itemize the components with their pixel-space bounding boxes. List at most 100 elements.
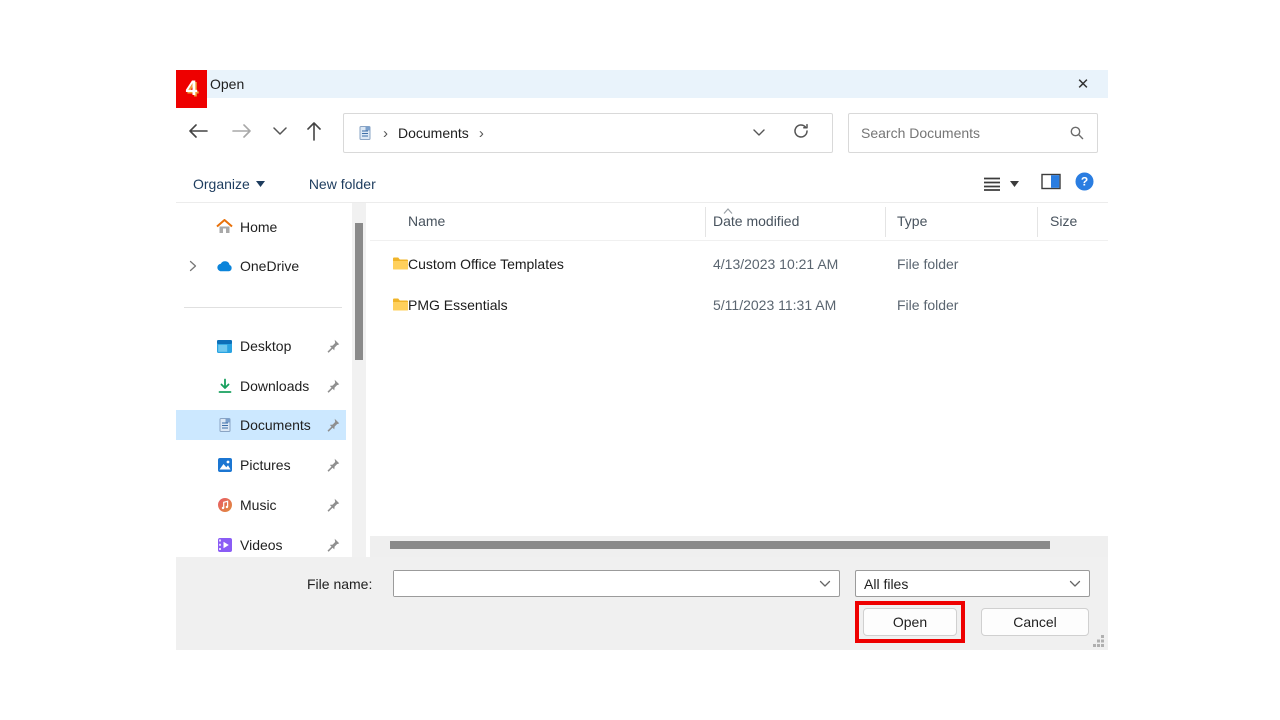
column-header-type[interactable]: Type — [897, 213, 927, 229]
navigation-pane: Home OneDrive Desktop — [176, 203, 352, 557]
search-input[interactable] — [861, 125, 1069, 141]
sidebar-item-music[interactable]: Music — [176, 490, 346, 520]
file-type-value: All files — [864, 576, 908, 592]
up-button[interactable] — [298, 115, 330, 147]
recent-locations-button[interactable] — [264, 115, 296, 147]
pin-icon — [326, 379, 340, 393]
file-date-modified: 5/11/2023 11:31 AM — [713, 297, 836, 313]
sidebar-item-videos[interactable]: Videos — [176, 530, 346, 560]
sidebar-item-pictures[interactable]: Pictures — [176, 450, 346, 480]
folder-icon — [392, 297, 409, 312]
chevron-down-icon[interactable] — [819, 575, 839, 593]
search-icon — [1069, 125, 1085, 141]
sidebar-item-downloads[interactable]: Downloads — [176, 371, 346, 401]
pin-icon — [326, 538, 340, 552]
column-divider[interactable] — [705, 207, 706, 237]
resize-grip[interactable] — [1092, 634, 1105, 647]
refresh-button[interactable] — [792, 122, 810, 145]
horizontal-scrollbar-thumb[interactable] — [390, 541, 1050, 549]
file-type: File folder — [897, 256, 958, 272]
up-arrow-icon — [305, 120, 323, 142]
sidebar-item-documents[interactable]: Documents — [176, 410, 346, 440]
sidebar-item-label: Music — [240, 497, 277, 513]
preview-pane-icon — [1041, 173, 1061, 190]
sidebar-item-label: Documents — [240, 417, 311, 433]
downloads-icon — [216, 378, 233, 395]
pin-icon — [326, 418, 340, 432]
dialog-titlebar: Open ✕ — [176, 70, 1108, 98]
file-name: Custom Office Templates — [408, 256, 564, 272]
dropdown-arrow-icon — [1010, 181, 1019, 187]
back-arrow-icon — [187, 122, 209, 140]
open-dialog: 4 Open ✕ › Documents › — [176, 70, 1108, 650]
pin-icon — [326, 339, 340, 353]
file-type-dropdown[interactable]: All files — [855, 570, 1090, 597]
chevron-down-icon — [1069, 580, 1081, 588]
file-type: File folder — [897, 297, 958, 313]
file-list-header: Name Date modified Type Size — [370, 203, 1108, 241]
pictures-icon — [216, 457, 233, 474]
file-name-combobox[interactable] — [393, 570, 840, 597]
annotation-step-badge: 4 — [176, 70, 207, 108]
views-button[interactable] — [982, 176, 1019, 192]
sidebar-scrollbar-thumb[interactable] — [355, 223, 363, 360]
sidebar-item-onedrive[interactable]: OneDrive — [176, 251, 346, 281]
new-folder-button[interactable]: New folder — [309, 176, 376, 192]
onedrive-icon — [216, 258, 233, 275]
sidebar-item-label: OneDrive — [240, 258, 299, 274]
horizontal-scrollbar-track[interactable] — [370, 536, 1108, 557]
help-icon: ? — [1075, 172, 1094, 191]
column-divider[interactable] — [1037, 207, 1038, 237]
sidebar-separator — [184, 307, 342, 308]
expand-chevron-icon[interactable] — [186, 260, 200, 272]
sidebar-item-home[interactable]: Home — [176, 212, 346, 242]
breadcrumb-location[interactable]: Documents — [398, 125, 469, 141]
breadcrumb: › Documents › — [344, 125, 752, 142]
music-icon — [216, 497, 233, 514]
sidebar-item-label: Home — [240, 219, 277, 235]
navigation-row: › Documents › — [176, 107, 1108, 157]
file-list: Name Date modified Type Size Custom Offi… — [370, 203, 1108, 536]
videos-icon — [216, 537, 233, 554]
breadcrumb-chevron-icon[interactable]: › — [477, 125, 486, 142]
file-name-input[interactable] — [394, 571, 819, 596]
address-bar[interactable]: › Documents › — [343, 113, 833, 153]
documents-icon — [216, 417, 233, 434]
refresh-icon — [792, 122, 810, 140]
file-row-pmg-essentials[interactable]: PMG Essentials 5/11/2023 11:31 AM File f… — [370, 287, 1108, 325]
preview-pane-button[interactable] — [1041, 173, 1061, 195]
folder-icon — [392, 256, 409, 271]
file-name: PMG Essentials — [408, 297, 508, 313]
file-date-modified: 4/13/2023 10:21 AM — [713, 256, 838, 272]
file-row-custom-office-templates[interactable]: Custom Office Templates 4/13/2023 10:21 … — [370, 246, 1108, 284]
dialog-footer: File name: All files — [176, 557, 1108, 650]
dialog-main: Home OneDrive Desktop — [176, 203, 1108, 557]
back-button[interactable] — [182, 115, 214, 147]
open-button[interactable]: Open — [863, 608, 957, 636]
column-header-name[interactable]: Name — [408, 213, 445, 229]
close-icon[interactable]: ✕ — [1068, 70, 1098, 98]
sidebar-item-label: Pictures — [240, 457, 291, 473]
chevron-down-icon — [272, 126, 288, 136]
details-view-icon — [982, 176, 1002, 192]
sidebar-item-desktop[interactable]: Desktop — [176, 331, 346, 361]
forward-button[interactable] — [226, 115, 258, 147]
home-icon — [216, 219, 233, 236]
documents-icon — [357, 125, 373, 141]
column-divider[interactable] — [885, 207, 886, 237]
column-header-size[interactable]: Size — [1050, 213, 1077, 229]
help-button[interactable]: ? — [1075, 172, 1094, 196]
breadcrumb-chevron-icon: › — [381, 125, 390, 142]
search-box[interactable] — [848, 113, 1098, 153]
organize-button[interactable]: Organize — [193, 176, 265, 192]
new-folder-label: New folder — [309, 176, 376, 192]
sidebar-scrollbar-track[interactable] — [352, 203, 366, 557]
dialog-title: Open — [210, 76, 244, 92]
column-header-date-modified[interactable]: Date modified — [713, 213, 799, 229]
svg-text:?: ? — [1081, 175, 1088, 189]
sidebar-item-label: Desktop — [240, 338, 291, 354]
dropdown-arrow-icon — [256, 181, 265, 187]
sidebar-item-label: Downloads — [240, 378, 309, 394]
cancel-button[interactable]: Cancel — [981, 608, 1089, 636]
address-dropdown-button[interactable] — [752, 124, 766, 142]
